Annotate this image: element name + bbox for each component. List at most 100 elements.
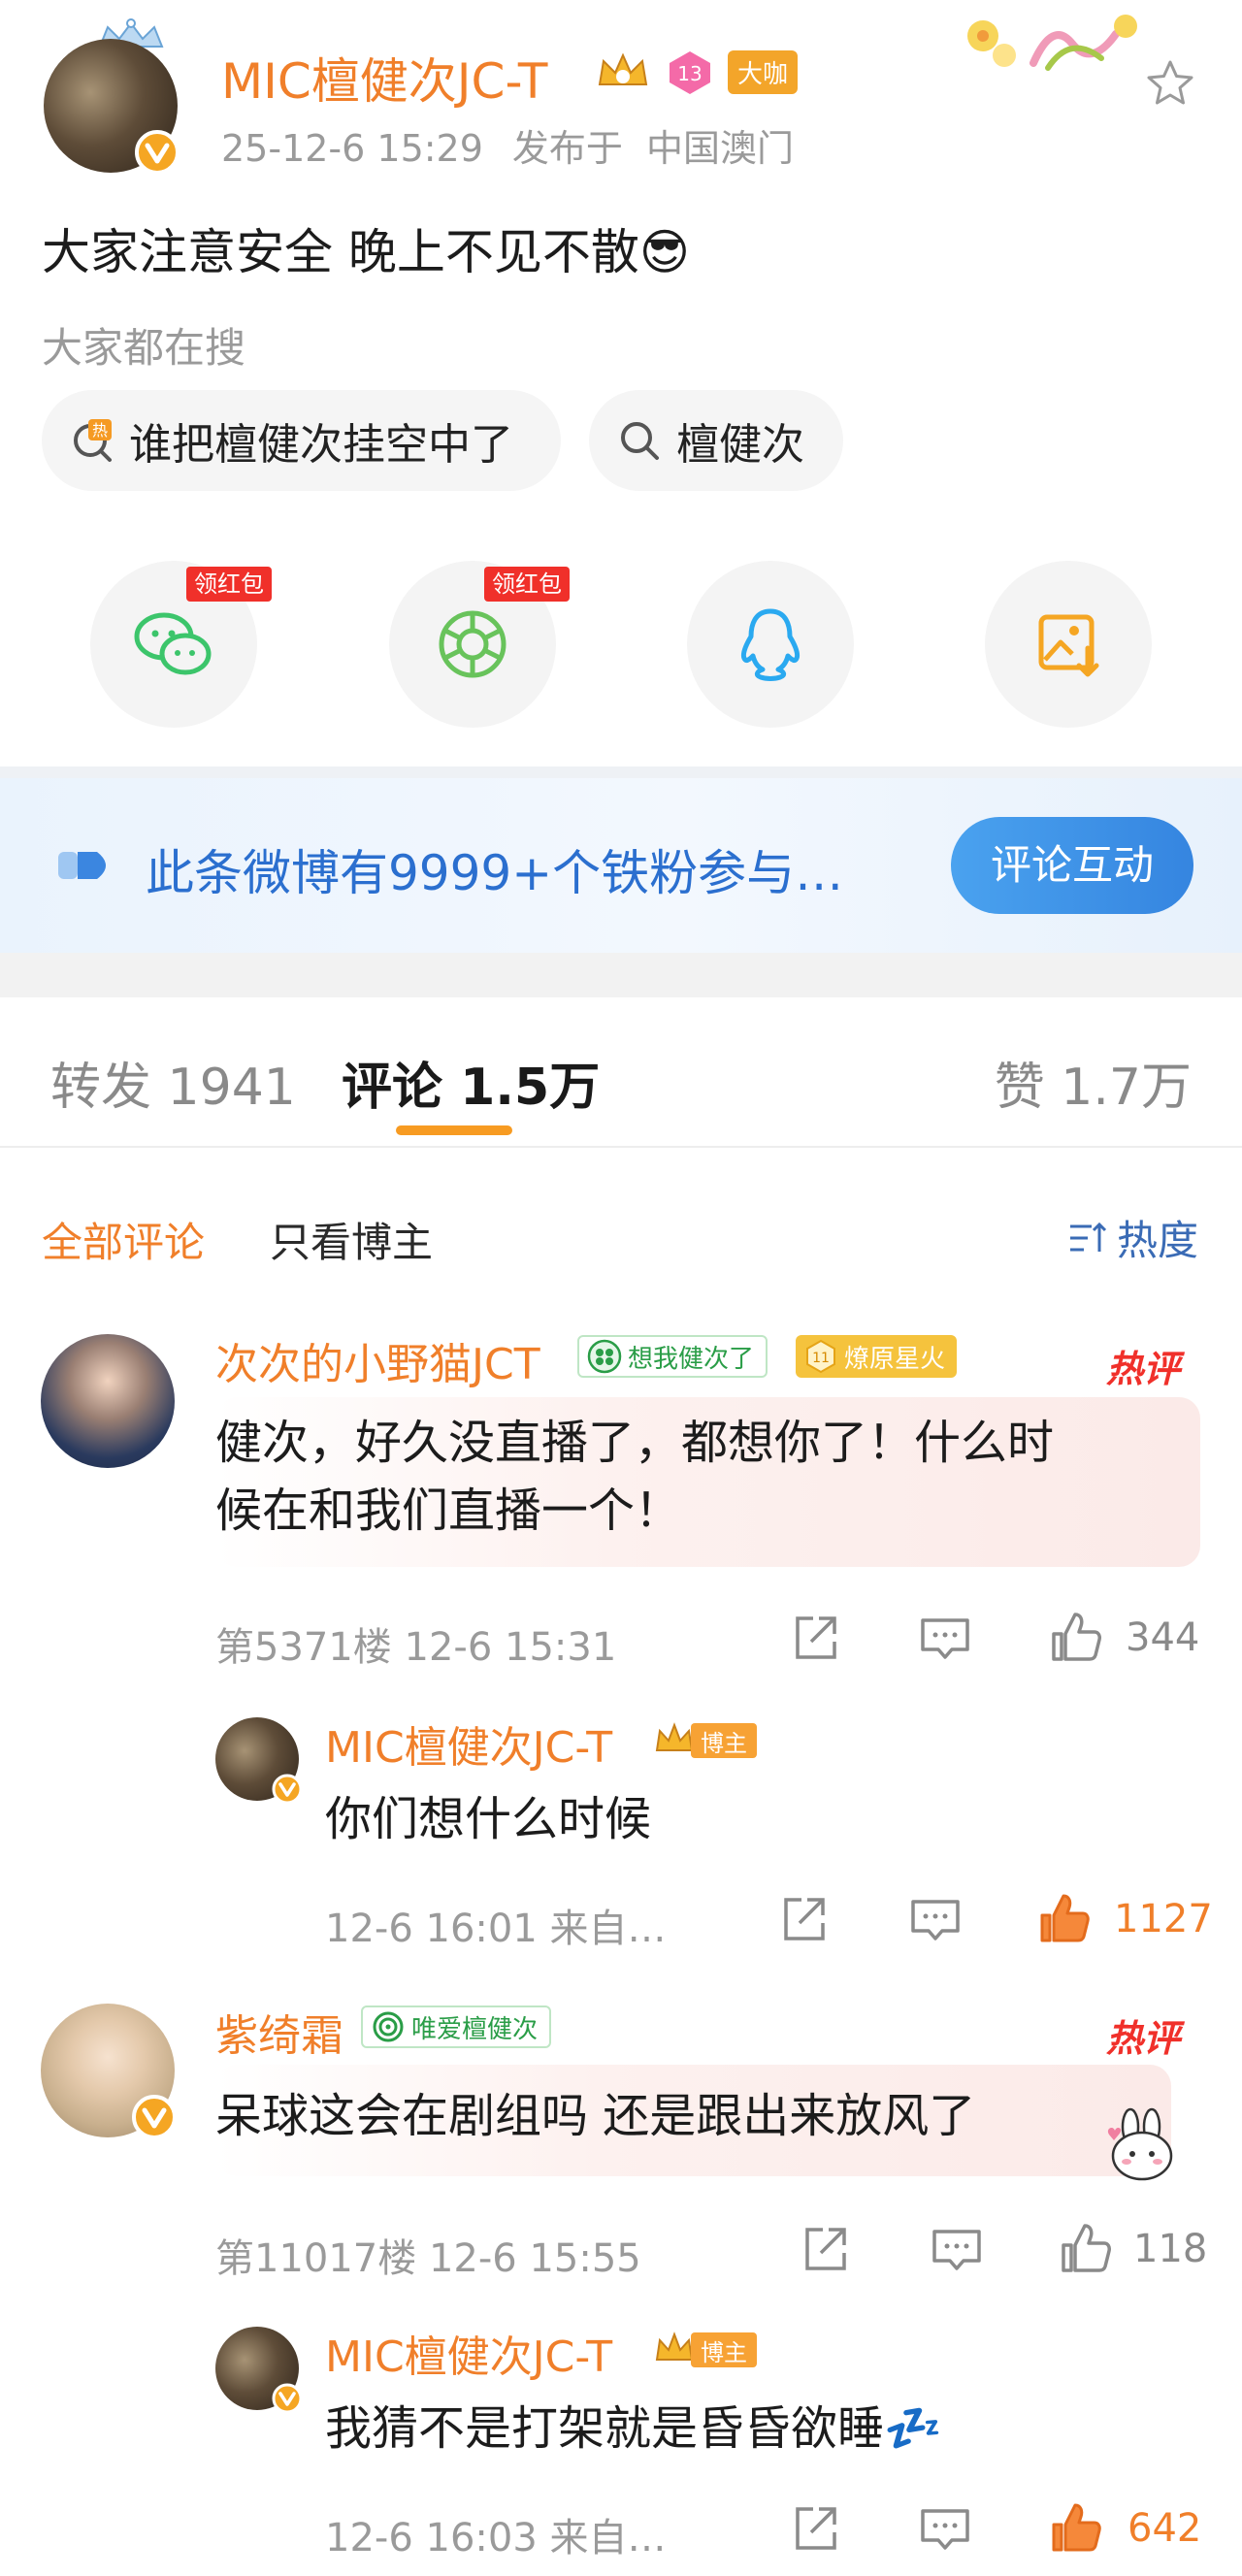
svg-text:13: 13 [677, 62, 702, 85]
plog-sticker-icon [956, 5, 1150, 92]
qq-icon [740, 608, 801, 681]
comment-interact-button[interactable]: 评论互动 [951, 817, 1193, 914]
like-count: 118 [1133, 2227, 1208, 2271]
commenter-name[interactable]: 紫绮霜 [215, 2001, 343, 2063]
level-hex-icon: 11 [806, 1339, 835, 1374]
hot-comment-badge: 热评 [1106, 1348, 1181, 1390]
reply-icon[interactable] [929, 2222, 985, 2278]
like-count: 1127 [1114, 1897, 1213, 1941]
share-qq-button[interactable] [687, 561, 854, 728]
comment-filter: 全部评论 只看博主 热度 [0, 1150, 1242, 1276]
like-icon[interactable] [1058, 2220, 1114, 2276]
tab-like[interactable]: 赞 1.7万 [995, 1046, 1192, 1119]
author-badges: 13 大咖 [594, 47, 799, 97]
comment-meta: 第5371楼 12-6 15:31 [215, 1625, 617, 1670]
commenter-name[interactable]: 次次的小野猫JCT [215, 1329, 540, 1391]
owner-tag: 博主 [691, 2332, 757, 2367]
fan-banner-text: 此条微博有9999+个铁粉参与… [146, 845, 844, 901]
verified-badge-icon [272, 2383, 303, 2414]
location-prefix: 发布于 [511, 127, 623, 170]
divider [0, 953, 1242, 997]
reply-icon[interactable] [907, 1892, 964, 1948]
save-image-icon [1038, 614, 1099, 677]
verified-badge-icon [135, 130, 180, 175]
fan-tag: 想我健次了 [577, 1335, 768, 1378]
post-location: 中国澳门 [646, 127, 795, 170]
clover-icon [587, 1339, 622, 1374]
like-icon[interactable] [1048, 1609, 1104, 1665]
commenter-avatar[interactable] [41, 2004, 177, 2139]
filter-owner-only[interactable]: 只看博主 [270, 1210, 433, 1269]
reply-meta: 12-6 16:03 来自… [325, 2516, 667, 2560]
hot-search-icon: 热 [74, 419, 112, 462]
search-icon [621, 422, 659, 460]
search-chip-hot[interactable]: 热 谁把檀健次挂空中了 [42, 390, 561, 491]
author-avatar[interactable] [44, 39, 180, 175]
fan-tag: 唯爱檀健次 [361, 2005, 552, 2048]
fan-participation-icon [58, 852, 106, 879]
like-count: 344 [1126, 1615, 1200, 1660]
owner-tag: 博主 [691, 1723, 757, 1758]
filter-all-comments[interactable]: 全部评论 [42, 1210, 205, 1269]
fan-tag-label: 想我健次了 [628, 1344, 755, 1374]
commenter-avatar[interactable] [41, 1334, 175, 1468]
favorite-star-icon[interactable] [1143, 56, 1197, 111]
comment-text-line: 健次，好久没直播了，都想你了！什么时 [215, 1416, 1055, 1470]
moments-icon [439, 610, 507, 678]
verified-badge-icon [272, 1774, 303, 1805]
save-image-button[interactable] [985, 561, 1152, 728]
lollipop-icon [373, 2011, 404, 2042]
like-icon-active[interactable] [1048, 2499, 1104, 2556]
reply-author-name[interactable]: MIC檀健次JC-T [325, 2322, 612, 2384]
detail-tabs: 转发 1941 评论 1.5万 赞 1.7万 [0, 997, 1242, 1148]
post-time: 25-12-6 15:29 [221, 127, 483, 170]
search-chip-name[interactable]: 檀健次 [589, 390, 843, 491]
svg-text:热: 热 [92, 421, 108, 440]
comment-meta: 第11017楼 12-6 15:55 [215, 2236, 641, 2281]
tab-repost[interactable]: 转发 1941 [50, 1046, 296, 1119]
fan-crown-icon [655, 2331, 694, 2361]
post-text: 大家注意安全 晚上不见不散😎 [42, 224, 691, 280]
search-chip-label: 檀健次 [676, 420, 804, 470]
comment-text: 呆球这会在剧组吗 还是跟出来放风了 [215, 2089, 976, 2143]
reply-icon[interactable] [917, 2501, 973, 2558]
fan-crown-icon [655, 1722, 694, 1751]
fan-banner[interactable]: 此条微博有9999+个铁粉参与… 评论互动 [0, 778, 1242, 953]
reply-avatar[interactable] [215, 1717, 303, 1805]
wechat-icon [134, 612, 212, 675]
share-icon[interactable] [788, 1611, 844, 1667]
everyone-search-label: 大家都在搜 [42, 324, 246, 372]
sort-icon [1069, 1222, 1107, 1252]
post-meta: 25-12-6 15:29 发布于 中国澳门 [221, 118, 794, 172]
reply-meta: 12-6 16:01 来自… [325, 1907, 667, 1951]
comment-text: 健次，好久没直播了，都想你了！什么时 候在和我们直播一个！ [215, 1409, 1054, 1545]
share-icon[interactable] [798, 2222, 854, 2278]
like-icon-active[interactable] [1036, 1890, 1093, 1946]
level-badge-icon: 13 [670, 51, 710, 94]
divider [0, 766, 1242, 778]
like-count: 642 [1128, 2506, 1202, 2551]
fan-level-label: 燎原星火 [844, 1344, 946, 1374]
tab-active-indicator [396, 1125, 512, 1135]
redpacket-badge: 领红包 [484, 567, 570, 602]
redpacket-badge: 领红包 [186, 567, 272, 602]
fan-tag-label: 唯爱檀健次 [411, 2014, 539, 2044]
share-icon[interactable] [788, 2501, 844, 2558]
share-icon[interactable] [776, 1892, 833, 1948]
bunny-sticker-icon [1107, 2107, 1173, 2181]
sort-label: 热度 [1116, 1217, 1198, 1264]
fan-level-tag: 11 燎原星火 [796, 1335, 958, 1378]
reply-text: 你们想什么时候 [325, 1792, 652, 1846]
svg-text:11: 11 [812, 1351, 830, 1366]
verified-badge-icon [132, 2095, 177, 2139]
hot-comment-badge: 热评 [1106, 2017, 1181, 2060]
daka-tag: 大咖 [728, 49, 799, 94]
author-name[interactable]: MIC檀健次JC-T [221, 43, 547, 113]
reply-icon[interactable] [917, 1611, 973, 1667]
reply-avatar[interactable] [215, 2327, 303, 2414]
tab-comment[interactable]: 评论 1.5万 [342, 1046, 600, 1119]
fan-crown-icon [598, 52, 648, 85]
reply-author-name[interactable]: MIC檀健次JC-T [325, 1712, 612, 1775]
sort-by-hot[interactable]: 热度 [1068, 1208, 1198, 1267]
reply-text: 我猜不是打架就是昏昏欲睡💤 [325, 2401, 942, 2456]
